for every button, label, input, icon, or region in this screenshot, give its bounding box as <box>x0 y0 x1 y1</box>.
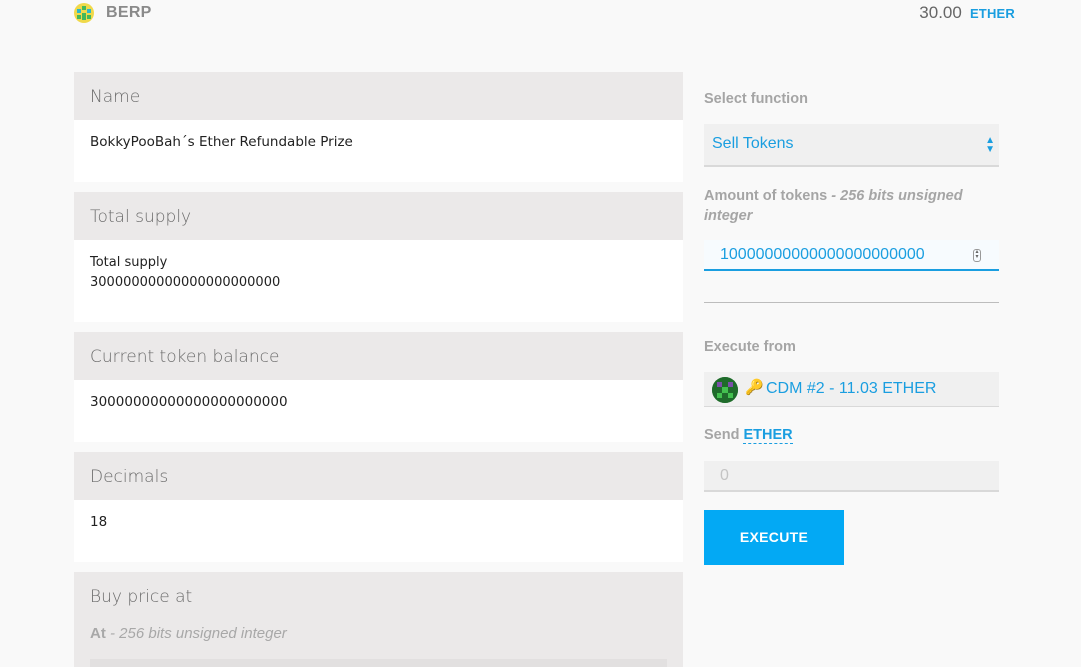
account-label: CDM #2 - 11.03 ETHER <box>766 380 937 397</box>
field-label: Name <box>74 72 683 120</box>
send-unit-link[interactable]: ETHER <box>743 427 793 444</box>
field-body: Total supply 30000000000000000000000 <box>74 240 683 322</box>
app-title: BERP <box>106 4 152 21</box>
select-function-label: Select function <box>704 91 808 107</box>
field-value: 30000000000000000000000 <box>90 275 281 290</box>
send-value: 0 <box>720 467 729 484</box>
stepper-icon[interactable]: ▴ ▾ <box>973 249 981 262</box>
divider <box>704 302 999 303</box>
contract-identicon-icon <box>74 3 94 23</box>
param-type: - 256 bits unsigned integer <box>105 625 287 642</box>
top-bar: BERP 30.00 ETHER <box>0 0 1081 28</box>
execute-button[interactable]: EXECUTE <box>704 510 844 565</box>
field-sublabel: Total supply <box>90 255 168 270</box>
param-name: At <box>90 625 106 642</box>
send-label: Send ETHER <box>704 425 999 445</box>
send-label-text: Send <box>704 427 740 443</box>
field-buy-price: Buy price at At - 256 bits unsigned inte… <box>74 572 683 667</box>
selected-function: Sell Tokens <box>712 135 794 152</box>
field-decimals: Decimals 18 <box>74 452 683 562</box>
select-arrows-icon: ▲ ▼ <box>985 135 995 155</box>
amount-label: Amount of tokens - 256 bits unsigned int… <box>704 186 999 226</box>
send-amount-input[interactable]: 0 <box>704 461 999 492</box>
field-token-balance: Current token balance 300000000000000000… <box>74 332 683 442</box>
field-label: Decimals <box>74 452 683 500</box>
field-total-supply: Total supply Total supply 30000000000000… <box>74 192 683 322</box>
field-value: 18 <box>74 500 683 562</box>
field-value: BokkyPooBah´s Ether Refundable Prize <box>74 120 683 182</box>
account-select[interactable]: 🔑 CDM #2 - 11.03 ETHER <box>704 372 999 407</box>
balance-amount: 30.00 <box>919 3 962 22</box>
amount-input[interactable]: 10000000000000000000000 ▴ ▾ <box>704 240 999 271</box>
field-value: 30000000000000000000000 <box>74 380 683 442</box>
field-label: Total supply <box>74 192 683 240</box>
balance: 30.00 ETHER <box>919 3 1015 23</box>
field-label: Current token balance <box>74 332 683 380</box>
amount-value: 10000000000000000000000 <box>720 246 925 263</box>
account-identicon-icon <box>712 377 738 403</box>
function-select[interactable]: Sell Tokens ▲ ▼ <box>704 124 999 167</box>
buy-price-input[interactable] <box>90 659 667 667</box>
execute-from-label: Execute from <box>704 339 796 355</box>
amount-label-name: Amount of tokens <box>704 188 828 204</box>
balance-unit: ETHER <box>969 6 1015 21</box>
field-name: Name BokkyPooBah´s Ether Refundable Priz… <box>74 72 683 182</box>
field-label: Buy price at <box>74 572 683 620</box>
key-icon: 🔑 <box>745 378 764 396</box>
